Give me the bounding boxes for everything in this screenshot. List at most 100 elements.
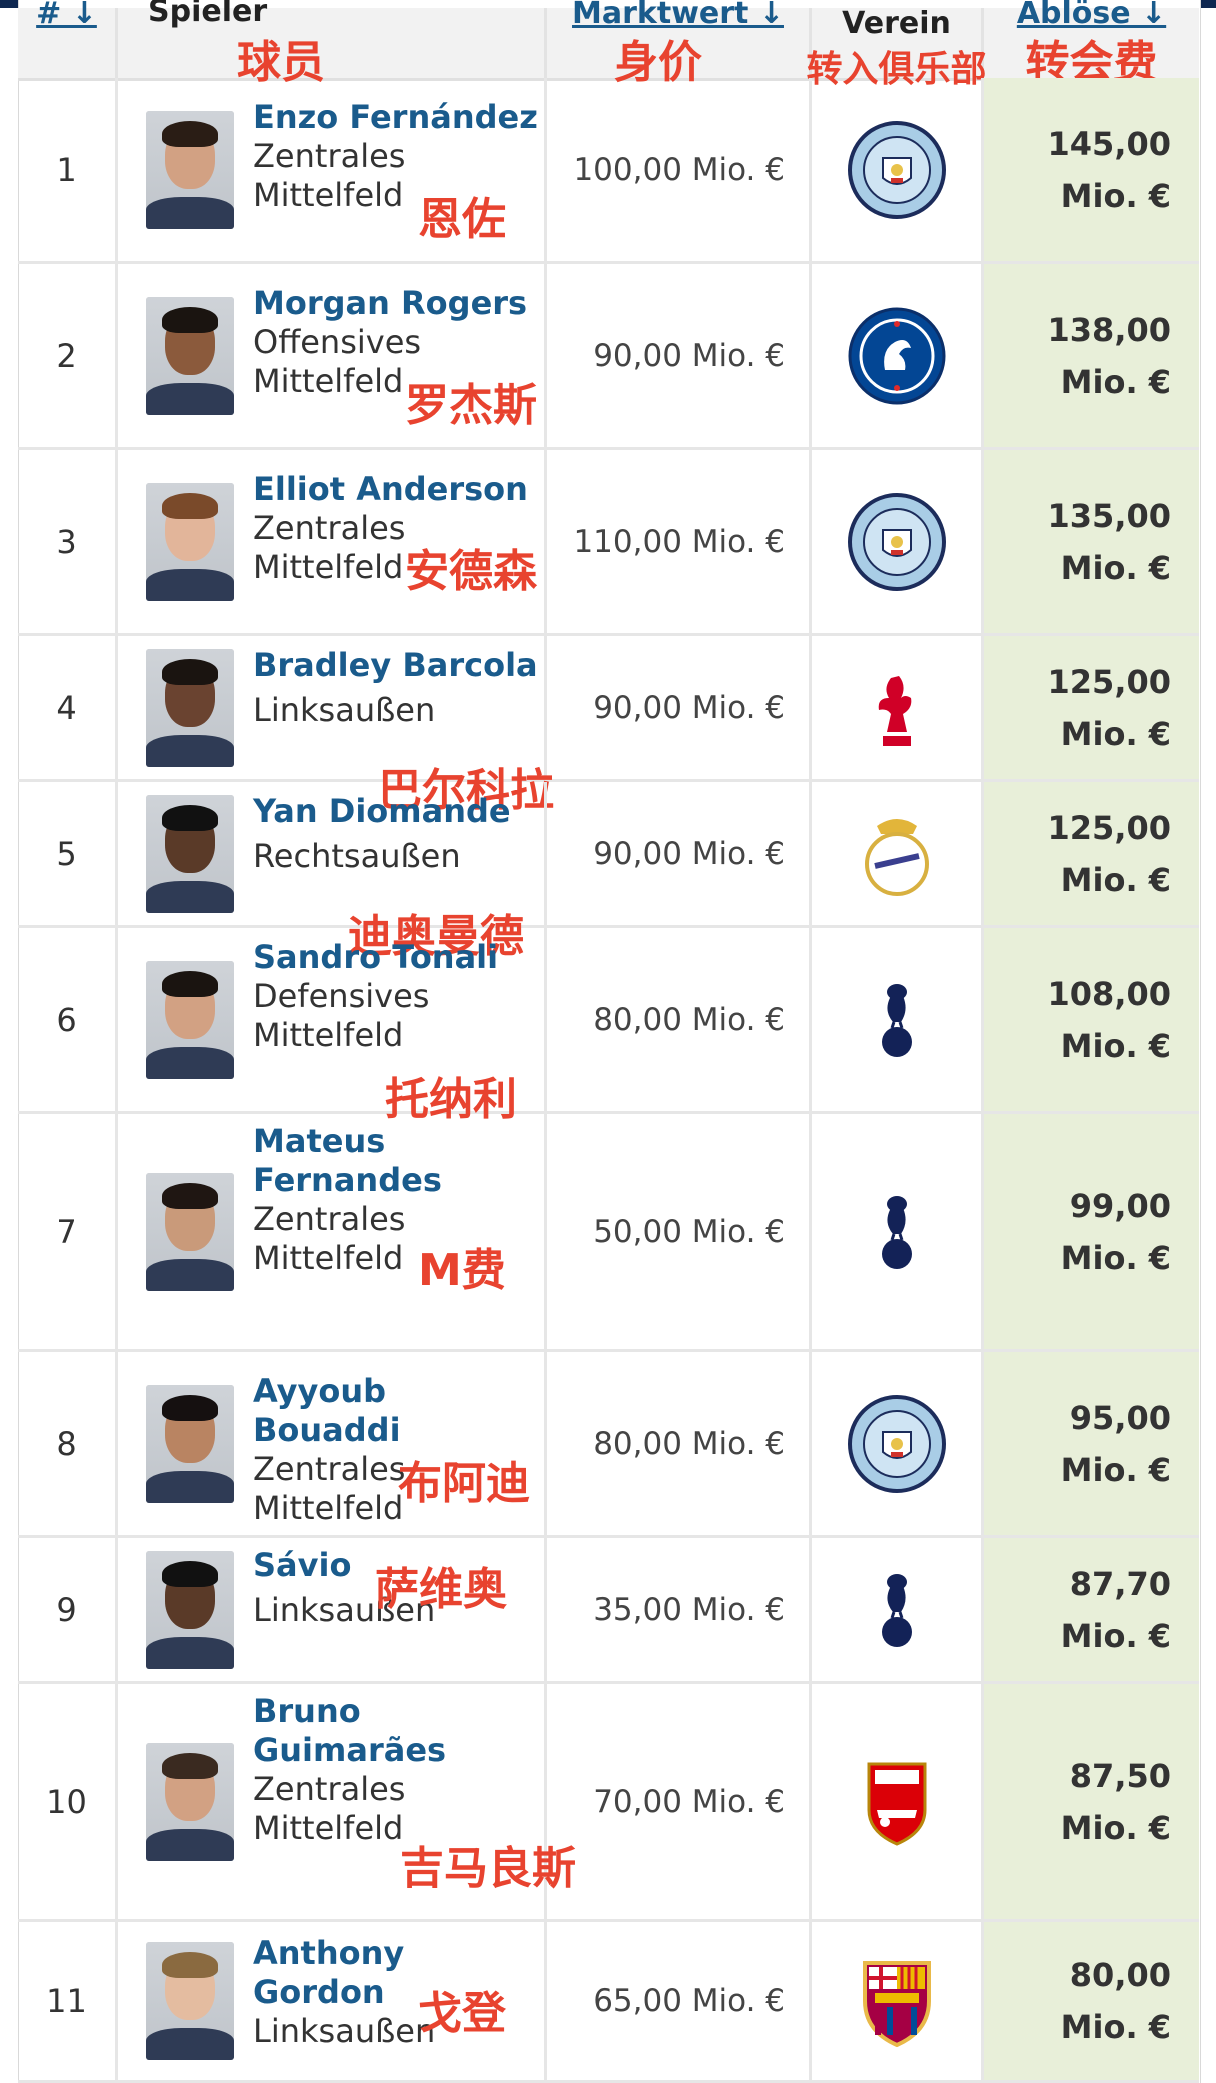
transfer-fee-link[interactable]: 138,00 Mio. € [1048, 304, 1171, 408]
fee-unit[interactable]: Mio. € [1048, 854, 1171, 906]
transfer-fee-link[interactable]: 108,00 Mio. € [1048, 968, 1171, 1072]
player-name-link[interactable]: Guimarães [253, 1731, 543, 1770]
player-photo[interactable] [146, 648, 234, 767]
header-fee[interactable]: Ablöse ↓ 转会费 [984, 0, 1199, 88]
player-position: Offensives [253, 323, 422, 361]
manchester-city-logo-icon[interactable] [847, 492, 947, 592]
fee-unit[interactable]: Mio. € [1048, 542, 1171, 594]
player-photo[interactable] [146, 1550, 234, 1669]
rank-cell: 11 [18, 1922, 118, 2080]
rank-cell: 3 [18, 450, 118, 633]
transfer-fee-link[interactable]: 87,70 Mio. € [1061, 1558, 1171, 1662]
fee-cell: 80,00 Mio. € [984, 1922, 1199, 2080]
rank-cell: 5 [18, 782, 118, 925]
table-row: 9 Sávio Linksaußen 萨维奥 35,00 Mio. € 87,70 Mio.… [18, 1538, 1199, 1684]
transfer-fee-link[interactable]: 87,50 Mio. € [1061, 1750, 1171, 1854]
market-value: 90,00 Mio. € [593, 835, 785, 872]
transfer-fee-link[interactable]: 125,00 Mio. € [1048, 656, 1171, 760]
transfer-fee-link[interactable]: 125,00 Mio. € [1048, 802, 1171, 906]
manchester-city-logo-icon[interactable] [847, 120, 947, 220]
player-name-link[interactable]: Fernandes [253, 1161, 543, 1200]
table-row: 4 Bradley Barcola Linksaußen 巴尔科拉 90,00 Mio.… [18, 636, 1199, 816]
player-name-link[interactable]: Enzo Fernández [253, 98, 543, 137]
arsenal-logo-icon[interactable] [847, 1752, 947, 1852]
fee-amount[interactable]: 135,00 [1048, 490, 1171, 542]
player-photo[interactable] [146, 960, 234, 1079]
player-photo[interactable] [146, 1942, 234, 2060]
rank-cell: 7 [18, 1114, 118, 1349]
header-market-value[interactable]: Marktwert ↓ 身价 [547, 0, 812, 88]
player-photo[interactable] [146, 794, 234, 913]
transfer-fee-link[interactable]: 145,00 Mio. € [1048, 118, 1171, 222]
player-photo[interactable] [146, 1384, 234, 1503]
rank-cell: 1 [18, 78, 118, 261]
player-info: Yan Diomande Rechtsaußen [253, 792, 543, 876]
transfer-fee-link[interactable]: 99,00 Mio. € [1061, 1180, 1171, 1284]
player-photo[interactable] [146, 1742, 234, 1861]
club-cell [812, 450, 984, 633]
fee-unit[interactable]: Mio. € [1061, 1802, 1171, 1854]
rank-number: 3 [56, 522, 77, 561]
fee-amount[interactable]: 87,50 [1061, 1750, 1171, 1802]
market-value-cell: 80,00 Mio. € [547, 928, 812, 1111]
chelsea-logo-icon[interactable] [847, 306, 947, 406]
player-position: Defensives [253, 977, 430, 1015]
fee-cell: 145,00 Mio. € [984, 78, 1199, 261]
fee-amount[interactable]: 80,00 [1061, 1949, 1171, 2001]
manchester-city-logo-icon[interactable] [847, 1394, 947, 1494]
player-name-link[interactable]: Elliot Anderson [253, 470, 543, 509]
rank-cell: 6 [18, 928, 118, 1111]
fee-amount[interactable]: 138,00 [1048, 304, 1171, 356]
barcelona-logo-icon[interactable] [847, 1951, 947, 2051]
transfer-fee-link[interactable]: 95,00 Mio. € [1061, 1392, 1171, 1496]
player-name-link[interactable]: Morgan Rogers [253, 284, 543, 323]
player-name-link[interactable]: Anthony [253, 1934, 543, 1973]
chinese-name-annotation: 罗杰斯 [405, 380, 537, 431]
fee-unit[interactable]: Mio. € [1061, 2001, 1171, 2053]
rank-cell: 4 [18, 636, 118, 779]
tottenham-logo-icon[interactable] [847, 970, 947, 1070]
fee-amount[interactable]: 99,00 [1061, 1180, 1171, 1232]
fee-unit[interactable]: Mio. € [1061, 1232, 1171, 1284]
transfer-fee-link[interactable]: 80,00 Mio. € [1061, 1949, 1171, 2053]
player-photo[interactable] [146, 296, 234, 415]
fee-amount[interactable]: 125,00 [1048, 656, 1171, 708]
fee-unit[interactable]: Mio. € [1048, 1020, 1171, 1072]
fee-amount[interactable]: 108,00 [1048, 968, 1171, 1020]
player-cell: Mateus Fernandes Zentrales Mittelfeld M费 [118, 1114, 547, 1349]
tottenham-logo-icon[interactable] [847, 1182, 947, 1282]
table-row: 2 Morgan Rogers Offensives Mittelfeld 罗杰斯 90,… [18, 264, 1199, 450]
transfer-fee-link[interactable]: 135,00 Mio. € [1048, 490, 1171, 594]
chinese-name-annotation: 安德森 [405, 546, 537, 597]
chinese-name-annotation: M费 [418, 1245, 506, 1296]
player-photo[interactable] [146, 1172, 234, 1291]
fee-amount[interactable]: 145,00 [1048, 118, 1171, 170]
player-position: Linksaußen [253, 691, 436, 729]
table-row: 8 Ayyoub Bouaddi Zentrales Mittelfeld 布阿迪 80,… [18, 1352, 1199, 1538]
real-madrid-logo-icon[interactable] [847, 804, 947, 904]
player-name-link[interactable]: Bradley Barcola [253, 646, 543, 685]
fee-amount[interactable]: 87,70 [1061, 1558, 1171, 1610]
player-cell: Morgan Rogers Offensives Mittelfeld 罗杰斯 [118, 264, 547, 447]
table-row: 6 Sandro Tonali Defensives Mittelfeld 托纳利 80,… [18, 928, 1199, 1125]
player-name-link[interactable]: Mateus [253, 1122, 543, 1161]
fee-unit[interactable]: Mio. € [1061, 1610, 1171, 1662]
fee-unit[interactable]: Mio. € [1048, 356, 1171, 408]
fee-amount[interactable]: 95,00 [1061, 1392, 1171, 1444]
fee-unit[interactable]: Mio. € [1048, 170, 1171, 222]
player-photo[interactable] [146, 110, 234, 229]
table-row: 10 Bruno Guimarães Zentrales Mittelfeld 吉马良斯 7… [18, 1684, 1199, 1922]
player-name-link[interactable]: Sandro Tonali [253, 938, 543, 977]
rank-number: 11 [46, 1982, 87, 2020]
fee-unit[interactable]: Mio. € [1048, 708, 1171, 760]
market-value: 80,00 Mio. € [593, 1001, 785, 1038]
player-name-link[interactable]: Yan Diomande [253, 792, 543, 831]
liverpool-logo-icon[interactable] [847, 658, 947, 758]
player-name-link[interactable]: Bruno [253, 1692, 543, 1731]
player-name-link[interactable]: Ayyoub Bouaddi [253, 1372, 543, 1450]
tottenham-logo-icon[interactable] [847, 1560, 947, 1660]
player-photo[interactable] [146, 482, 234, 601]
fee-amount[interactable]: 125,00 [1048, 802, 1171, 854]
fee-unit[interactable]: Mio. € [1061, 1444, 1171, 1496]
rank-number: 10 [46, 1782, 87, 1821]
